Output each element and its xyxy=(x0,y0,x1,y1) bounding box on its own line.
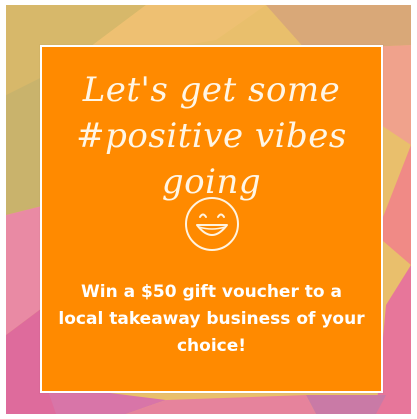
post-image: Let's get some #positive vibes going Win… xyxy=(0,0,417,419)
promo-card: Let's get some #positive vibes going Win… xyxy=(40,45,383,393)
headline: Let's get some #positive vibes going xyxy=(42,67,381,205)
giveaway-message: Win a $50 gift voucher to a local takeaw… xyxy=(58,282,365,356)
headline-line-1: Let's get some xyxy=(82,70,341,110)
headline-line-2: #positive vibes going xyxy=(76,116,347,202)
smiley-face-icon xyxy=(185,197,239,251)
